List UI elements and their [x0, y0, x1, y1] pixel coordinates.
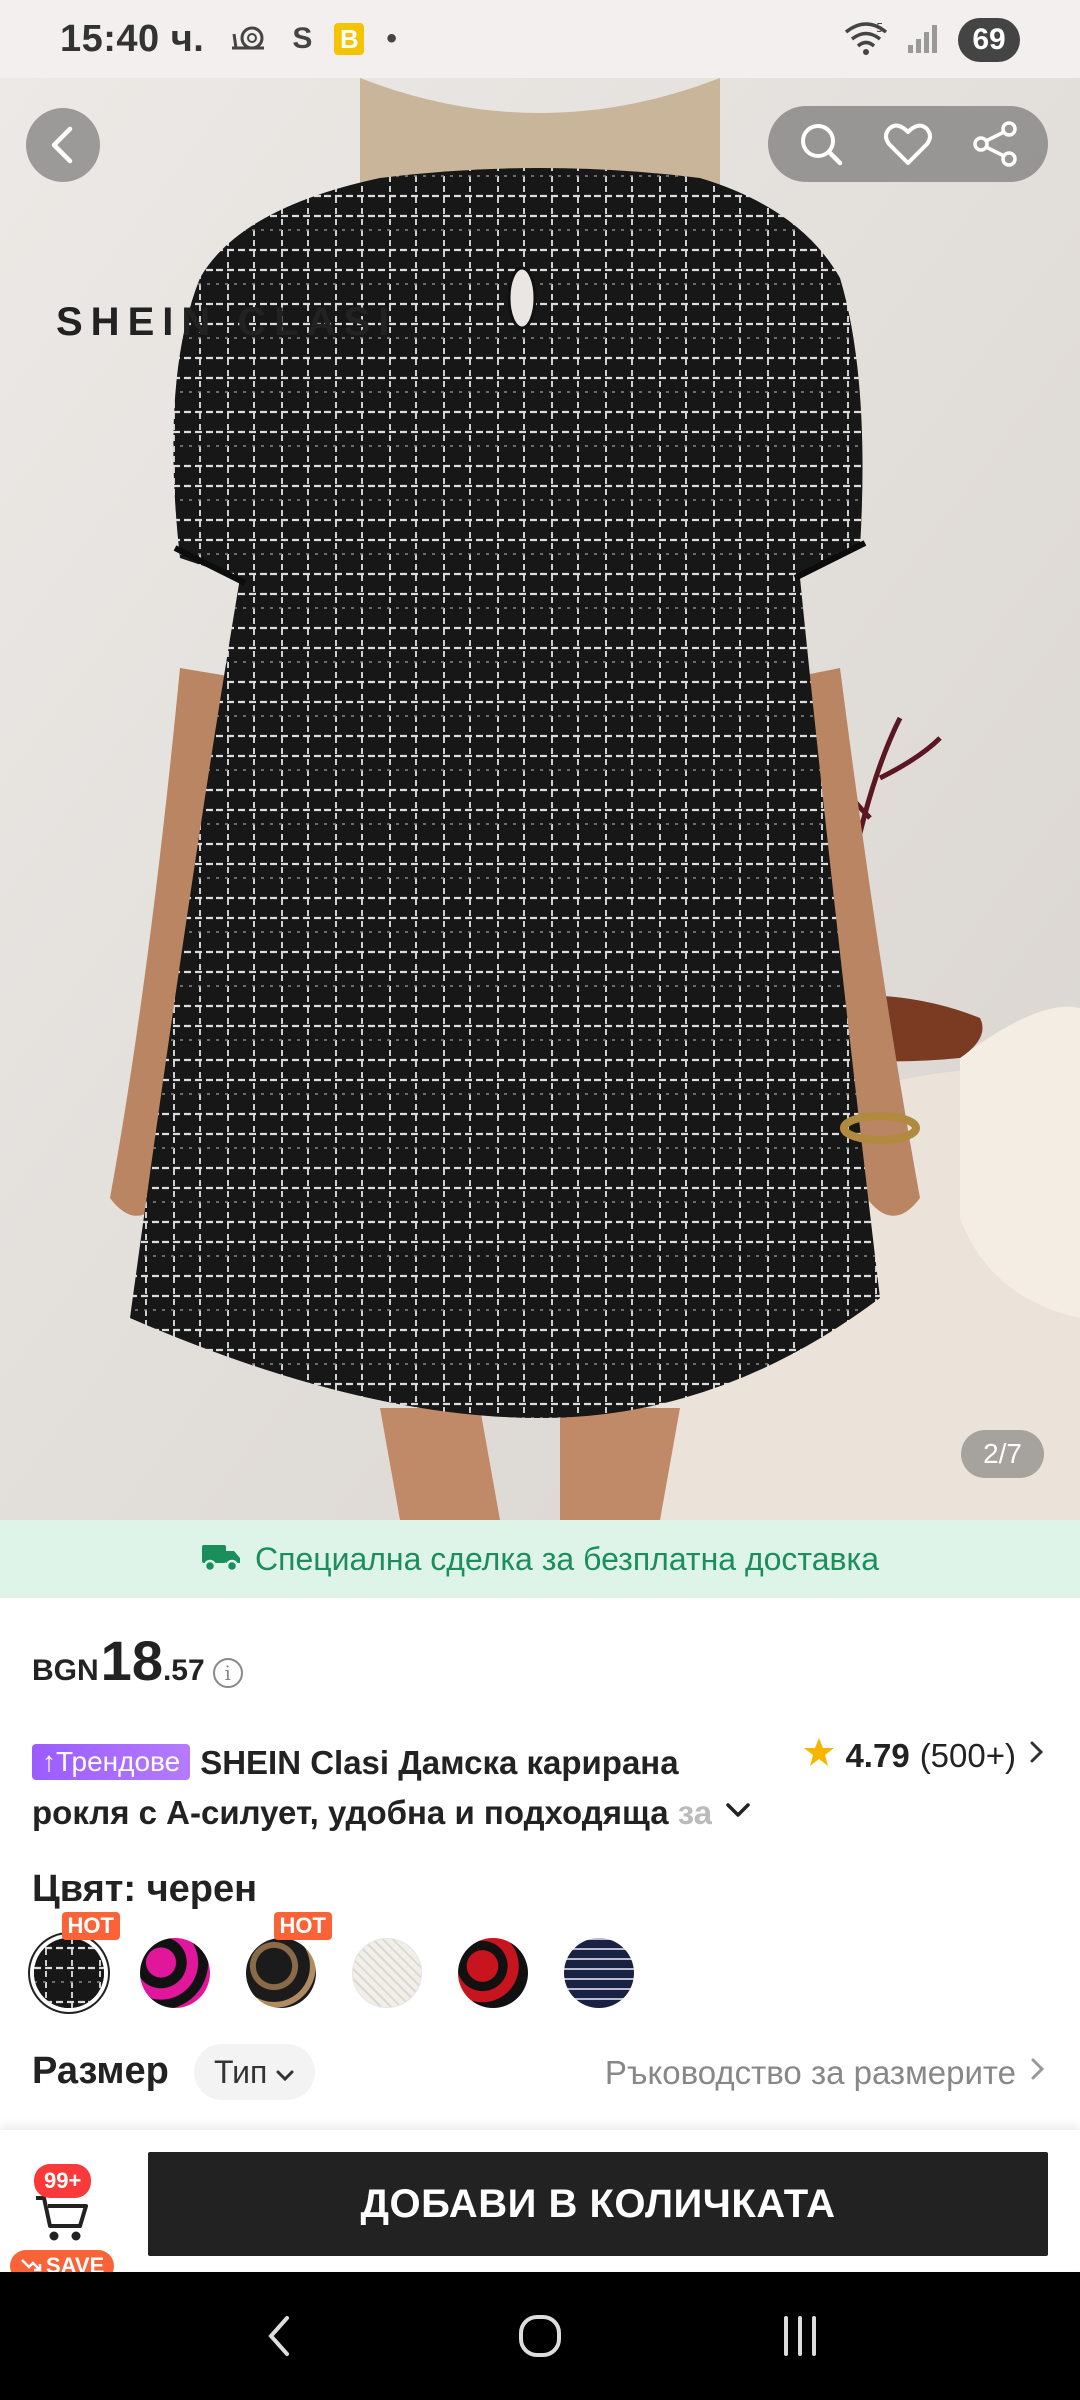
swatch-white-tweed[interactable]	[352, 1938, 422, 2008]
b-app-icon: B	[334, 23, 365, 55]
chevron-down-icon[interactable]	[718, 1790, 758, 1830]
status-notification-icons: S B •	[230, 22, 397, 57]
product-title[interactable]: ↑Трендове SHEIN Clasi Дамска карирана рок…	[32, 1738, 732, 1838]
sim-icon: S	[292, 22, 313, 55]
cart-button[interactable]: 99+ SAVE	[10, 2158, 120, 2282]
swatch-red-black[interactable]	[458, 1938, 528, 2008]
hot-badge: HOT	[273, 1912, 332, 1940]
price-currency: BGN	[32, 1654, 99, 1687]
hot-badge: HOT	[61, 1912, 120, 1940]
color-swatches: HOT HOT	[34, 1912, 634, 2008]
status-system-icons: 5 69	[844, 18, 1020, 62]
heart-icon[interactable]	[878, 114, 938, 174]
free-shipping-text: Специална сделка за безплатна доставка	[255, 1540, 879, 1577]
back-arrow-icon	[46, 125, 80, 165]
status-time: 15:40 ч.	[60, 17, 205, 60]
brand-watermark: SHEIN CLASI	[56, 300, 398, 344]
rating-score: 4.79	[845, 1737, 910, 1774]
back-button[interactable]	[26, 108, 100, 182]
more-notifications-dot: •	[386, 22, 397, 55]
add-to-cart-button[interactable]: ДОБАВИ В КОЛИЧКАТА	[148, 2152, 1048, 2256]
title-line-1: SHEIN Clasi Дамска карирана	[200, 1744, 679, 1781]
swatch-navy-plaid[interactable]	[564, 1938, 634, 2008]
nav-back-icon[interactable]	[250, 2306, 310, 2366]
svg-text:5: 5	[876, 21, 884, 35]
size-type-label: Тип	[214, 2053, 268, 2090]
size-label: Размер	[32, 2050, 169, 2092]
chevron-right-icon	[1028, 2054, 1048, 2092]
price-main: 18	[100, 1629, 163, 1692]
rating-count: (500+)	[919, 1737, 1016, 1774]
swatch-pink-black[interactable]	[140, 1938, 210, 2008]
rating-summary[interactable]: 4.79 (500+)	[803, 1736, 1048, 1776]
truck-icon	[201, 1541, 241, 1578]
trend-arrow-icon: ↑	[42, 1746, 56, 1777]
share-icon[interactable]	[965, 114, 1025, 174]
bottom-action-bar: 99+ SAVE ДОБАВИ В КОЛИЧКАТА	[0, 2130, 1080, 2282]
title-line-2-text: рокля с А-силует, удобна и подходяща	[32, 1794, 678, 1831]
free-shipping-banner[interactable]: Специална сделка за безплатна доставка	[0, 1520, 1080, 1598]
trend-badge-label: Трендове	[56, 1746, 181, 1777]
nav-home-icon[interactable]	[510, 2306, 570, 2366]
product-image-carousel[interactable]: SHEIN CLASI 2/7	[0, 78, 1080, 1520]
top-actions-group	[768, 106, 1048, 182]
color-label: Цвят: черен	[32, 1868, 258, 1910]
title-line-2: рокля с А-силует, удобна и подходяща за	[32, 1788, 712, 1838]
battery-indicator: 69	[958, 18, 1020, 62]
cart-icon	[34, 2192, 90, 2249]
size-guide-link[interactable]: Ръководство за размерите	[605, 2054, 1048, 2092]
status-bar: 15:40 ч. S B • 5 69	[0, 0, 1080, 78]
price-cents: .57	[162, 1654, 205, 1687]
image-page-indicator: 2/7	[961, 1430, 1044, 1478]
size-guide-label: Ръководство за размерите	[604, 2054, 1016, 2091]
nav-recents-icon[interactable]	[770, 2306, 830, 2366]
snail-icon	[230, 22, 270, 57]
size-type-dropdown[interactable]: Тип	[194, 2044, 316, 2100]
swatch-black-white-plaid[interactable]: HOT	[34, 1912, 120, 2008]
system-navigation-bar	[0, 2272, 1080, 2400]
chevron-right-icon	[1026, 1737, 1048, 1775]
price: BGN 18 .57 i	[32, 1628, 243, 1693]
trend-badge: ↑Трендове	[32, 1744, 191, 1780]
swatch-leopard[interactable]: HOT	[246, 1912, 332, 2008]
star-icon	[803, 1736, 835, 1776]
title-line-2-fade: за	[677, 1794, 712, 1831]
product-photo	[0, 78, 1080, 1520]
price-info-icon[interactable]: i	[212, 1658, 243, 1688]
wifi-icon: 5	[844, 20, 888, 61]
chevron-down-icon	[275, 2054, 295, 2091]
search-icon[interactable]	[791, 114, 851, 174]
signal-icon	[906, 21, 940, 60]
cart-count-badge: 99+	[34, 2164, 92, 2198]
